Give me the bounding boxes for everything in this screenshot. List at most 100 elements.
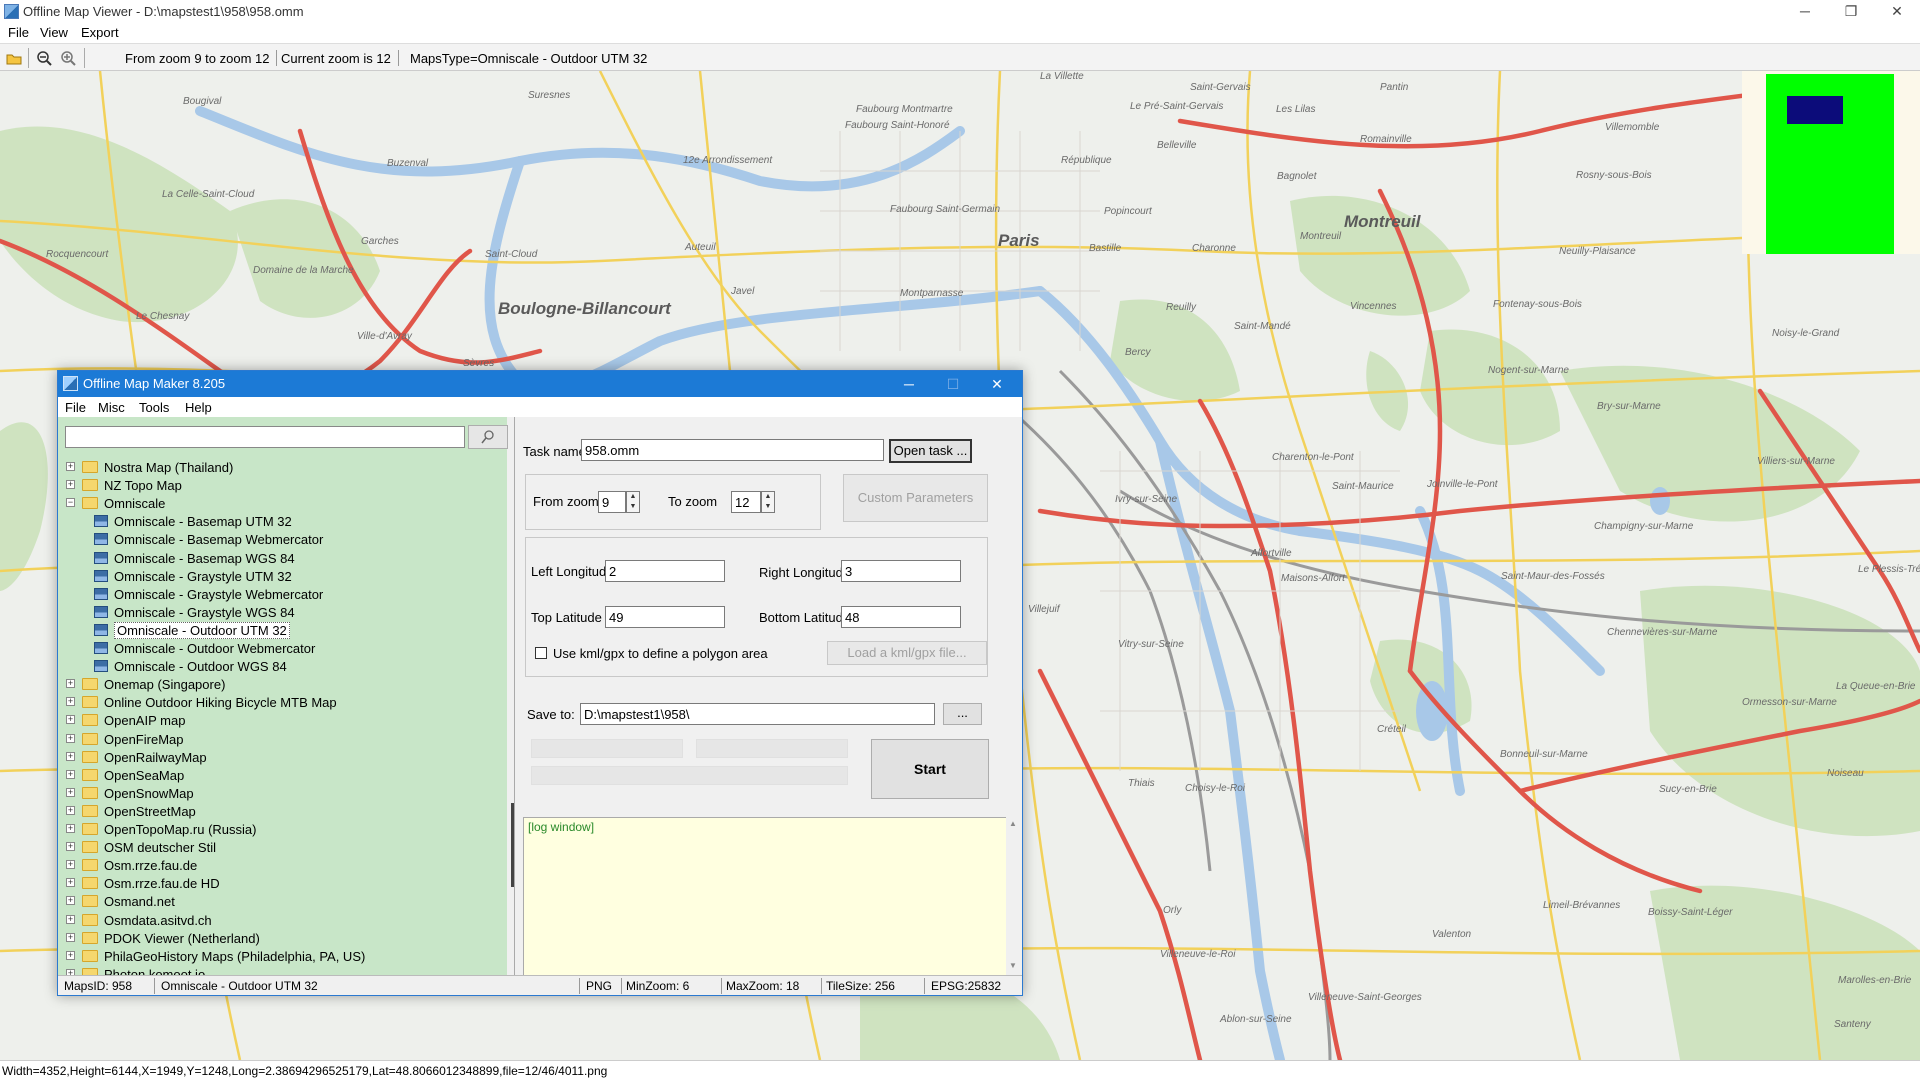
dialog-menu-tools[interactable]: Tools <box>139 400 169 415</box>
open-folder-icon[interactable] <box>4 48 24 68</box>
folder-icon <box>82 768 98 781</box>
expand-icon[interactable]: + <box>66 480 75 490</box>
load-kml-button[interactable]: Load a kml/gpx file... <box>827 641 987 665</box>
toolbar-separator <box>28 48 29 68</box>
map-label: Bastille <box>1089 243 1122 254</box>
map-label: La Celle-Saint-Cloud <box>162 189 255 200</box>
overview-minimap[interactable] <box>1742 71 1920 254</box>
from-zoom-input[interactable]: 9 <box>598 491 626 513</box>
task-name-label: Task name <box>523 444 586 459</box>
expand-icon[interactable]: + <box>66 950 75 960</box>
tree-item-label: Omniscale - Basemap Webmercator <box>114 532 324 548</box>
dialog-maximize-button[interactable]: ☐ <box>931 372 975 396</box>
top-latitude-input[interactable]: 49 <box>605 606 725 628</box>
search-button[interactable] <box>468 425 508 449</box>
dialog-close-button[interactable]: ✕ <box>975 372 1019 396</box>
map-label: Bercy <box>1125 347 1151 358</box>
expand-icon[interactable]: + <box>66 697 75 707</box>
map-label: Marolles-en-Brie <box>1838 975 1912 986</box>
expand-icon[interactable]: + <box>66 860 75 870</box>
expand-icon[interactable]: + <box>66 715 75 725</box>
zoom-in-icon[interactable] <box>58 48 78 68</box>
to-zoom-input[interactable]: 12 <box>731 491 761 513</box>
bottom-latitude-input[interactable]: 48 <box>841 606 961 628</box>
viewer-toolbar: From zoom 9 to zoom 12 Current zoom is 1… <box>0 43 1920 71</box>
log-window[interactable]: [log window] <box>523 817 1017 975</box>
menu-file[interactable]: File <box>8 25 29 40</box>
expand-icon[interactable]: + <box>66 462 75 471</box>
task-name-input[interactable]: 958.omm <box>581 439 884 461</box>
log-text: [log window] <box>528 820 595 834</box>
scroll-up-icon[interactable]: ▲ <box>1009 819 1017 828</box>
scroll-down-icon[interactable]: ▼ <box>1009 961 1017 970</box>
map-label: Bry-sur-Marne <box>1597 401 1661 412</box>
map-label: Saint-Mandé <box>1234 321 1291 332</box>
collapse-icon[interactable]: − <box>66 498 75 508</box>
map-label: Créteil <box>1377 724 1406 735</box>
map-label: Javel <box>731 286 755 297</box>
to-zoom-spinner[interactable]: ▲ ▼ <box>761 491 775 513</box>
folder-icon <box>82 714 98 727</box>
kml-polygon-checkbox[interactable] <box>535 647 547 659</box>
from-zoom-spinner[interactable]: ▲ ▼ <box>626 491 640 513</box>
close-button[interactable]: ✕ <box>1874 0 1920 23</box>
tree-item-label: Omniscale - Graystyle WGS 84 <box>114 604 295 620</box>
map-search-input[interactable] <box>65 426 465 448</box>
folder-icon <box>82 823 98 835</box>
expand-icon[interactable]: + <box>66 824 75 833</box>
status-divider <box>154 978 155 994</box>
map-label: Champigny-sur-Marne <box>1594 521 1694 532</box>
map-label: Saint-Cloud <box>485 249 538 260</box>
expand-icon[interactable]: + <box>66 787 75 797</box>
expand-icon[interactable]: + <box>66 679 75 689</box>
expand-icon[interactable]: + <box>66 805 75 815</box>
expand-icon[interactable]: + <box>66 733 75 743</box>
dialog-menu-file[interactable]: File <box>65 400 86 415</box>
panel-splitter[interactable] <box>514 417 515 975</box>
map-layer-icon <box>94 642 108 654</box>
map-label: Romainville <box>1360 134 1412 145</box>
expand-icon[interactable]: + <box>66 769 75 779</box>
menu-view[interactable]: View <box>40 25 68 40</box>
expand-icon[interactable]: + <box>66 914 75 924</box>
menu-export[interactable]: Export <box>81 25 119 40</box>
custom-parameters-button[interactable]: Custom Parameters <box>843 474 988 522</box>
expand-icon[interactable]: + <box>66 932 75 942</box>
minimap-viewport-indicator[interactable] <box>1787 96 1843 124</box>
map-label: Santeny <box>1834 1019 1871 1030</box>
status-tile-size: TileSize: 256 <box>826 979 895 993</box>
right-longitude-input[interactable]: 3 <box>841 560 961 582</box>
map-label: Saint-Maur-des-Fossés <box>1501 571 1605 582</box>
start-button[interactable]: Start <box>871 739 989 799</box>
save-to-input[interactable]: D:\mapstest1\958\ <box>580 703 935 725</box>
zoom-out-icon[interactable] <box>34 48 54 68</box>
from-zoom-label: From zoom <box>533 494 599 509</box>
expand-icon[interactable]: + <box>66 878 75 888</box>
dialog-menu-misc[interactable]: Misc <box>98 400 125 415</box>
tree-item-label: OpenFireMap <box>104 731 184 747</box>
dialog-menu-help[interactable]: Help <box>185 400 212 415</box>
dialog-minimize-button[interactable]: ─ <box>887 372 931 396</box>
map-label: Suresnes <box>528 90 571 101</box>
map-layer-icon <box>94 660 108 673</box>
map-label: Noiseau <box>1827 768 1864 779</box>
map-layer-icon <box>94 623 108 636</box>
map-label: Chennevières-sur-Marne <box>1607 627 1718 638</box>
map-source-tree[interactable]: + Nostra Map (Thailand) + NZ Topo Map − Omnis… <box>58 459 498 975</box>
expand-icon[interactable]: + <box>66 896 75 906</box>
expand-icon[interactable]: + <box>66 842 75 852</box>
map-label: Charenton-le-Pont <box>1272 452 1354 463</box>
tree-item-label: Photon.komoot.io <box>104 966 206 975</box>
minimize-button[interactable]: ─ <box>1782 0 1828 23</box>
left-longitude-input[interactable]: 2 <box>605 560 725 582</box>
browse-button[interactable]: ... <box>943 703 982 725</box>
open-task-button[interactable]: Open task ... <box>889 439 972 463</box>
current-zoom-text: Current zoom is 12 <box>281 51 391 66</box>
tree-item-label: Omniscale - Graystyle UTM 32 <box>114 568 292 584</box>
expand-icon[interactable]: + <box>66 751 75 761</box>
map-label: République <box>1061 155 1112 166</box>
right-longitude-label: Right Longitude <box>759 565 851 580</box>
log-scrollbar[interactable]: ▲ ▼ <box>1006 817 1022 975</box>
map-label: Alfortville <box>1251 548 1292 559</box>
maximize-button[interactable]: ❐ <box>1828 0 1874 23</box>
